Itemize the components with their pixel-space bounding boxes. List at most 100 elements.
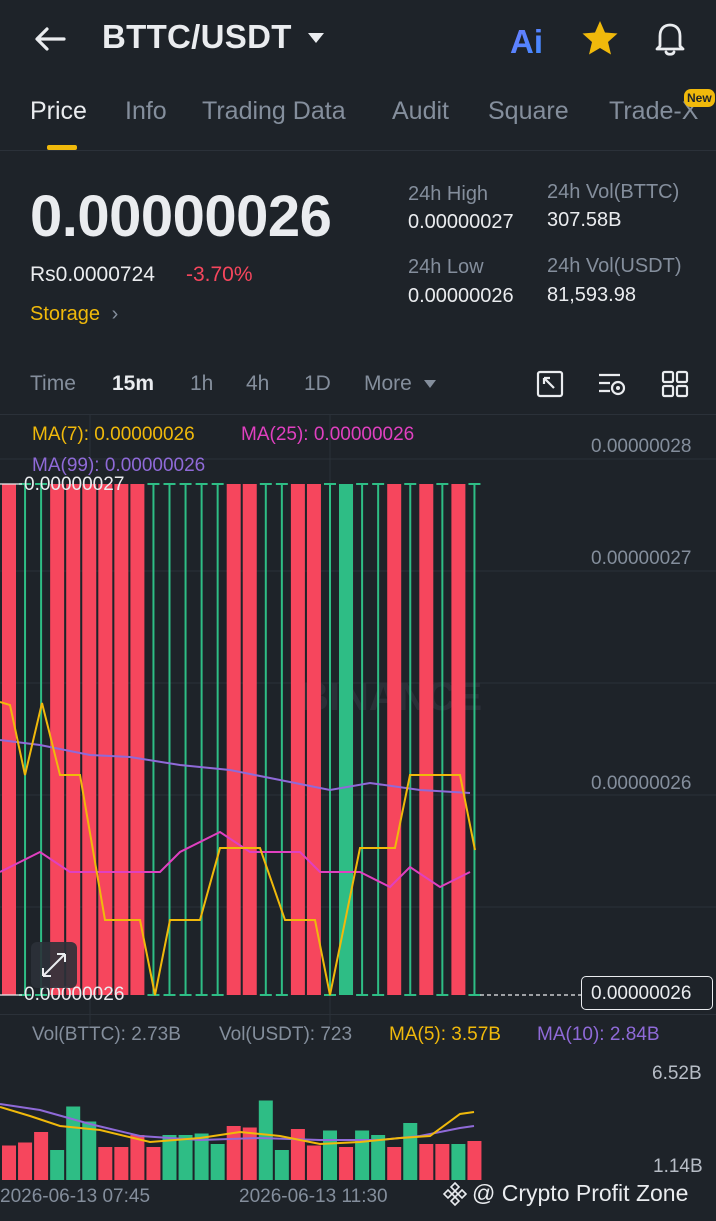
candle-26 — [419, 484, 434, 995]
volume-bar-8 — [130, 1135, 145, 1180]
storage-link[interactable]: Storage › — [30, 303, 118, 326]
tab-audit[interactable]: Audit — [392, 97, 449, 126]
caret-down-icon — [308, 33, 324, 43]
star-icon — [582, 21, 618, 55]
tab-info[interactable]: Info — [125, 97, 167, 126]
candle-18 — [290, 484, 305, 995]
volume-bar-29 — [467, 1141, 482, 1180]
interval-15m[interactable]: 15m — [112, 372, 154, 396]
y-tick-1: 0.00000027 — [591, 548, 692, 569]
candle-5 — [82, 484, 97, 995]
interval-1d[interactable]: 1D — [304, 372, 331, 396]
tab-trading-data[interactable]: Trading Data — [202, 97, 346, 126]
y-tick-0: 0.00000028 — [591, 436, 692, 457]
layout-button[interactable] — [660, 369, 690, 399]
pair-dropdown[interactable] — [305, 30, 327, 51]
volume-chart[interactable] — [0, 1052, 716, 1182]
tab-price[interactable]: Price — [30, 97, 87, 126]
local-price: Rs0.0000724 — [30, 263, 155, 286]
volume-bar-17 — [274, 1150, 289, 1180]
volume-bar-22 — [355, 1130, 370, 1180]
volume-bar-19 — [306, 1145, 321, 1180]
vol-base-label: 24h Vol(BTTC) — [547, 181, 680, 203]
ai-button[interactable]: Ai — [508, 20, 552, 60]
volume-bar-7 — [114, 1147, 129, 1180]
low-value: 0.00000026 — [408, 285, 514, 307]
vol-base-indicator: Vol(BTTC): 2.73B — [32, 1024, 181, 1045]
last-price: 0.00000026 — [30, 184, 332, 249]
vol-y-tick-max: 6.52B — [652, 1063, 702, 1084]
volume-divider — [0, 1014, 716, 1015]
fullscreen-button[interactable] — [535, 369, 565, 399]
expand-arrows-icon — [42, 953, 66, 977]
favorite-button[interactable] — [580, 18, 620, 58]
new-badge: New — [684, 89, 715, 107]
bell-icon — [655, 23, 685, 56]
vol-ma5-indicator: MA(5): 3.57B — [389, 1024, 501, 1045]
candles — [2, 483, 481, 996]
vol-quote-value: 81,593.98 — [547, 284, 636, 306]
back-button[interactable] — [30, 22, 70, 56]
interval-1h[interactable]: 1h — [190, 372, 213, 396]
volume-bar-6 — [98, 1147, 113, 1180]
vol-quote-label: 24h Vol(USDT) — [547, 255, 682, 277]
volume-bar-27 — [435, 1144, 450, 1180]
indicator-settings-icon — [599, 373, 626, 396]
ai-icon: Ai — [510, 23, 543, 60]
volume-bar-26 — [419, 1144, 434, 1180]
volume-bar-2 — [34, 1132, 49, 1180]
tab-square[interactable]: Square — [488, 97, 569, 126]
binance-logo-icon — [442, 1181, 468, 1206]
vol-y-tick-min: 1.14B — [653, 1156, 703, 1177]
volume-bar-3 — [50, 1150, 65, 1180]
caret-down-icon — [423, 380, 436, 388]
candle-28 — [451, 484, 466, 995]
candle-7 — [114, 484, 129, 995]
volume-bar-18 — [290, 1129, 305, 1180]
ma7-label: MA(7): 0.00000026 — [32, 424, 195, 445]
y-tick-2: 0.00000026 — [591, 773, 692, 794]
candle-14 — [226, 484, 241, 995]
volume-bar-24 — [387, 1147, 402, 1180]
interval-time[interactable]: Time — [30, 372, 76, 396]
price-change: -3.70% — [186, 263, 253, 286]
price-chart[interactable]: BINANCE — [0, 415, 716, 1025]
candle-8 — [130, 484, 145, 995]
volume-bar-25 — [403, 1123, 418, 1180]
storage-label: Storage — [30, 303, 101, 325]
volume-bar-15 — [242, 1127, 257, 1180]
volume-bar-16 — [258, 1100, 273, 1180]
chevron-right-icon: › — [111, 303, 119, 325]
watermark-credit: @ Crypto Profit Zone — [442, 1180, 688, 1207]
x-tick-1: 2026-06-13 11:30 — [239, 1186, 388, 1207]
expand-chart-icon — [536, 370, 564, 398]
volume-bar-9 — [146, 1147, 161, 1180]
more-label: More — [364, 372, 412, 395]
candle-0 — [2, 484, 16, 995]
volume-bar-11 — [178, 1135, 193, 1180]
vol-quote-indicator: Vol(USDT): 723 — [219, 1024, 353, 1045]
tabs-divider — [0, 150, 716, 151]
volume-bar-1 — [18, 1142, 33, 1180]
volume-bar-20 — [323, 1130, 337, 1180]
volume-bar-0 — [2, 1145, 16, 1180]
indicator-settings-button[interactable] — [596, 369, 628, 399]
volume-bars — [2, 1100, 482, 1180]
last-price-tag[interactable]: 0.00000026 — [581, 976, 713, 1010]
last-price-tag-value: 0.00000026 — [591, 983, 692, 1004]
back-arrow-icon — [35, 27, 66, 51]
low-label: 24h Low — [408, 256, 484, 278]
interval-more[interactable]: More — [364, 372, 438, 396]
svg-text:Ai: Ai — [510, 23, 543, 58]
expand-button[interactable] — [31, 942, 77, 988]
candle-19 — [306, 484, 321, 995]
interval-4h[interactable]: 4h — [246, 372, 269, 396]
candle-3 — [50, 484, 65, 995]
volume-bar-21 — [339, 1147, 354, 1180]
alerts-button[interactable] — [650, 18, 690, 58]
pair-title[interactable]: BTTC/USDT — [102, 18, 292, 56]
high-value: 0.00000027 — [408, 211, 514, 233]
volume-bar-23 — [371, 1135, 386, 1180]
x-tick-0: 2026-06-13 07:45 — [0, 1186, 151, 1207]
candle-15 — [242, 484, 257, 995]
